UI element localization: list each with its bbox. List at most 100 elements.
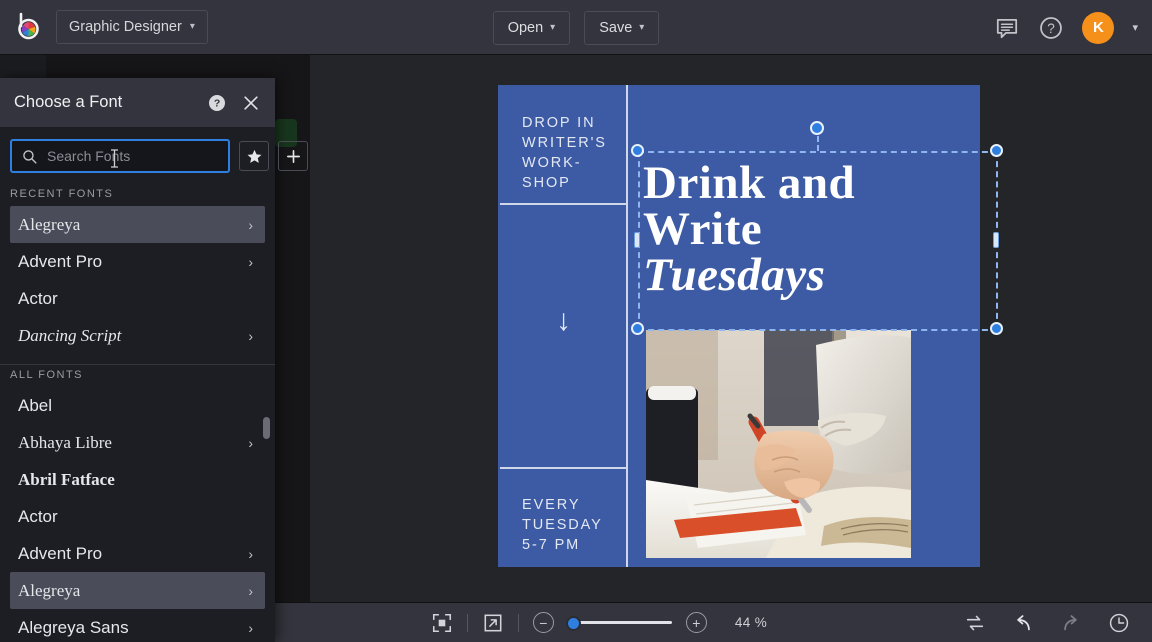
font-list-item[interactable]: Actor [10,498,265,535]
poster-text-line: WORK- [522,155,582,171]
toolbar-divider [517,613,519,632]
top-toolbar: Graphic Designer ▾ Open ▾ Save ▾ ? K ▾ [0,0,1152,55]
poster-text-line: SHOP [522,175,571,191]
all-fonts-label: ALL FONTS [10,369,83,381]
poster-text-line: 5-7 PM [522,537,581,553]
close-x-icon[interactable] [241,93,261,113]
font-name-label: Advent Pro [18,252,103,271]
font-name-label: Alegreya [18,215,81,234]
zoom-slider[interactable] [565,614,672,632]
zoom-slider-thumb[interactable] [565,615,581,631]
font-list-item[interactable]: Alegreya › [10,206,265,243]
open-label: Open [507,19,544,36]
chevron-right-icon[interactable]: › [248,547,253,561]
poster-divider-bottom [500,467,626,469]
color-wheel-logo-icon [18,12,39,40]
zoom-out-button[interactable]: − [532,612,554,633]
font-list-item[interactable]: Alegreya Sans › [10,609,265,642]
font-list-scrollbar[interactable] [263,417,270,439]
chevron-down-icon: ▾ [550,21,556,33]
font-list-item[interactable]: Abel [10,387,265,424]
headline-line-1: Drink and [643,157,856,209]
poster-artboard[interactable]: DROP IN WRITER'S WORK- SHOP ↓ EVERY TUESDAY 5… [498,85,980,567]
app-logo[interactable] [4,10,50,44]
chevron-right-icon[interactable]: › [248,329,253,343]
font-name-label: Abel [18,396,53,415]
poster-headline-textbox[interactable]: Drink and Write Tuesdays [643,157,933,302]
zoom-slider-track [567,620,672,624]
star-icon [247,149,261,163]
swap-arrows-icon[interactable] [964,612,986,634]
save-label: Save [599,19,633,36]
avatar-initial: K [1093,19,1104,36]
font-search-row [0,127,308,184]
question-circle-icon[interactable]: ? [1038,15,1064,41]
poster-text-line: EVERY [522,497,581,513]
poster-bottom-left-text: EVERY TUESDAY 5-7 PM [522,495,622,555]
font-name-label: Actor [18,289,58,308]
svg-text:?: ? [1048,20,1056,35]
font-name-label: Alegreya Sans [18,618,129,637]
recent-fonts-label: RECENT FONTS [10,188,114,200]
font-panel-header: Choose a Font ? [0,78,275,127]
chevron-right-icon[interactable]: › [248,255,253,269]
chevron-right-icon[interactable]: › [248,218,253,232]
poster-text-line: WRITER'S [522,135,607,151]
poster-text-line: TUESDAY [522,517,603,533]
poster-divider-vertical [626,85,628,567]
font-list-item[interactable]: Advent Pro › [10,535,265,572]
font-list-item[interactable]: Dancing Script › [10,317,265,354]
speech-bubble-icon[interactable] [994,15,1020,41]
chevron-right-icon[interactable]: › [248,584,253,598]
open-button[interactable]: Open ▾ [492,10,571,45]
chevron-right-icon[interactable]: › [248,621,253,635]
svg-text:?: ? [214,98,220,109]
search-icon [23,149,37,164]
expand-arrow-icon[interactable] [482,612,504,634]
all-fonts-scroll-area[interactable]: Abel Abhaya Libre › Abril Fatface Actor Adven… [0,387,275,642]
choose-font-panel: Choose a Font ? Search Fonts RECENT FONT… [0,78,308,642]
search-input[interactable] [38,148,228,164]
all-fonts-list: Abel Abhaya Libre › Abril Fatface Actor Adven… [0,387,275,642]
poster-top-left-text: DROP IN WRITER'S WORK- SHOP [522,113,622,193]
undo-arrow-icon[interactable] [1012,612,1034,634]
plus-icon [286,149,300,163]
zoom-level-label: 44 % [734,615,768,630]
chevron-down-icon: ▾ [189,21,195,32]
chevron-right-icon[interactable]: › [248,436,253,450]
document-type-button[interactable]: Graphic Designer ▾ [56,10,208,44]
help-circle-icon[interactable]: ? [207,93,227,113]
top-toolbar-right: ? K ▾ [994,0,1138,55]
font-name-label: Actor [18,507,58,526]
avatar[interactable]: K [1082,11,1115,44]
recent-fonts-list: Alegreya › Advent Pro › Actor Dancing Script › [0,206,275,360]
font-name-label: Advent Pro [18,544,103,563]
hand-writing-in-notebook-photo [646,330,911,558]
font-name-label: Dancing Script [18,326,122,345]
poster-photo[interactable] [646,330,911,558]
document-type-label: Graphic Designer [69,19,182,35]
panel-title: Choose a Font [14,93,123,111]
font-list-item[interactable]: Actor [10,280,265,317]
font-list-item[interactable]: Abhaya Libre › [10,424,265,461]
poster-text-line: DROP IN [522,115,596,131]
search-field-wrapper[interactable] [10,139,230,173]
poster-arrow-icon: ↓ [556,304,573,337]
toolbar-divider [466,613,468,632]
chevron-down-icon[interactable]: ▾ [1132,21,1138,34]
favorites-button[interactable] [239,141,269,171]
redo-arrow-icon[interactable] [1060,612,1082,634]
font-name-label: Alegreya [18,581,81,600]
save-button[interactable]: Save ▾ [584,10,660,45]
history-clock-icon[interactable] [1108,612,1130,634]
font-list-item[interactable]: Abril Fatface [10,461,265,498]
font-list-item[interactable]: Alegreya › [10,572,265,609]
fit-to-screen-icon[interactable] [431,612,453,634]
headline-line-2: Write [643,203,763,256]
chevron-down-icon: ▾ [639,21,645,33]
headline-line-3: Tuesdays [643,249,826,302]
poster-divider-top [500,203,626,205]
zoom-in-button[interactable]: + [685,612,707,633]
font-list-item[interactable]: Advent Pro › [10,243,265,280]
add-font-button[interactable] [278,141,308,171]
